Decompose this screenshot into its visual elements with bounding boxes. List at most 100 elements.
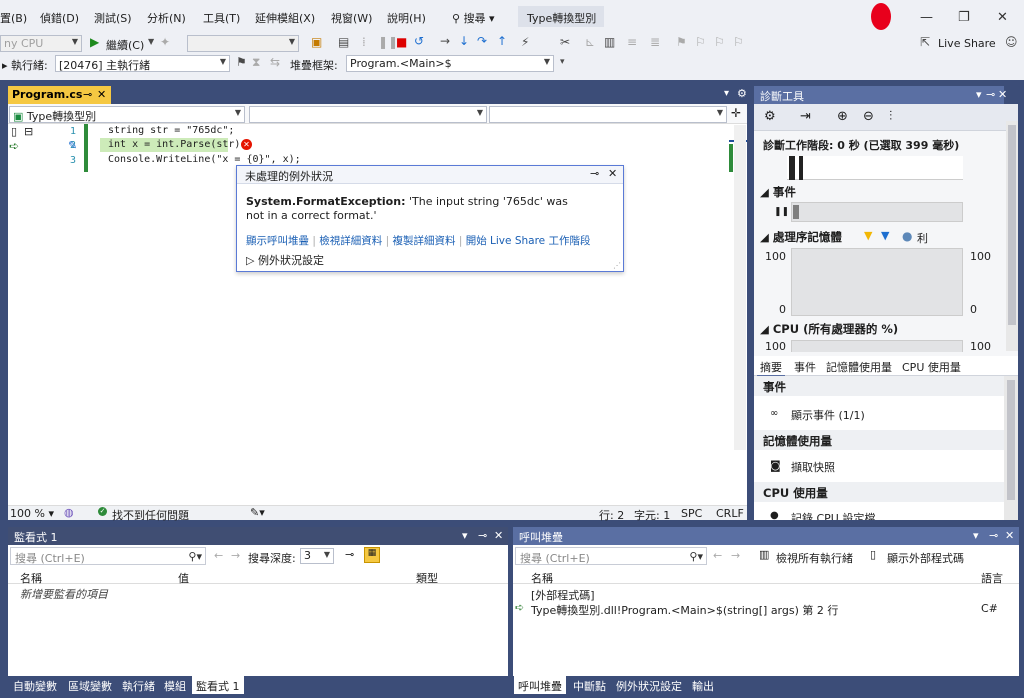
search-icon[interactable]: ⚲▾ [689, 550, 703, 563]
member-combo[interactable]: ▼ [489, 106, 727, 123]
thread-combo[interactable]: [20476] 主執行緒 ▼ [55, 55, 230, 72]
restore-icon[interactable]: ❐ [958, 10, 970, 25]
code-cleanup-icon[interactable]: ✎▾ [250, 506, 265, 519]
comment-icon[interactable]: ≡ [627, 35, 637, 49]
view-all-threads-button[interactable]: 檢視所有執行緒 [776, 550, 853, 566]
tab-locals[interactable]: 區域變數 [64, 676, 116, 694]
close-icon[interactable]: ✕ [494, 529, 503, 542]
settings-icon[interactable]: ⚙ [764, 109, 776, 124]
vertical-scrollbar[interactable] [734, 125, 746, 450]
live-share-button[interactable]: Live Share [938, 37, 996, 50]
search-forward-icon[interactable]: → [231, 549, 240, 562]
chart-icon[interactable]: ⊾ [585, 35, 595, 49]
close-icon[interactable]: ✕ [998, 88, 1007, 101]
tab-memory[interactable]: 記憶體使用量 [826, 359, 892, 375]
diag-scrollbar-bottom[interactable] [1004, 376, 1018, 520]
filter-icon[interactable]: ⧗ [252, 55, 260, 70]
step-out-icon[interactable]: ↑ [497, 34, 507, 48]
type-combo[interactable]: ▼ [249, 106, 487, 123]
show-next-icon[interactable]: → [440, 34, 450, 48]
target-combo[interactable]: ▼ [187, 35, 299, 52]
bookmark-icon[interactable]: ⚑ [676, 35, 687, 49]
search-forward-icon[interactable]: → [731, 549, 740, 562]
diag-scrollbar-top[interactable] [1006, 121, 1018, 351]
search-icon[interactable]: ⚲▾ [188, 550, 202, 563]
reset-view-icon[interactable]: ⫶ [889, 109, 892, 124]
split-icon[interactable]: ✛ [731, 106, 741, 120]
diag-icon[interactable]: ✂ [560, 35, 570, 49]
hex-display-icon[interactable]: ▦ [364, 547, 380, 563]
play-icon[interactable]: ▶ [90, 35, 99, 49]
show-call-stack-link[interactable]: 顯示呼叫堆疊 [246, 235, 309, 247]
menu-test[interactable]: 測試(S) [94, 10, 132, 26]
tab-modules[interactable]: 模組 [160, 676, 190, 694]
grid-icon[interactable]: ⁞ [362, 35, 366, 49]
char-indicator[interactable]: 字元: 1 [634, 507, 670, 523]
col-language[interactable]: 語言 [981, 570, 1003, 586]
tab-cpu[interactable]: CPU 使用量 [902, 359, 961, 375]
pin-icon[interactable]: ⊸ [478, 529, 487, 542]
show-external-code-button[interactable]: 顯示外部程式碼 [887, 550, 964, 566]
folder-icon[interactable]: ▣ [311, 35, 322, 49]
pane-menu-icon[interactable]: ▾ [973, 529, 979, 542]
memory-section[interactable]: ◢ 處理序記憶體 [760, 229, 842, 245]
col-name[interactable]: 名稱 [531, 570, 553, 586]
close-icon[interactable]: ✕ [608, 167, 617, 180]
tab-watch1[interactable]: 監看式 1 [192, 676, 244, 694]
search-back-icon[interactable]: ← [214, 549, 223, 562]
copy-details-link[interactable]: 複製詳細資料 [392, 235, 455, 247]
tab-threads[interactable]: 執行緒 [118, 676, 159, 694]
show-events-link[interactable]: 顯示事件 (1/1) [791, 407, 865, 423]
menu-build[interactable]: 置(B) [0, 10, 27, 26]
cpu-graph[interactable] [791, 340, 963, 352]
callstack-search-input[interactable]: 搜尋 (Ctrl+E) ⚲▾ [515, 547, 707, 565]
search-back-icon[interactable]: ← [713, 549, 722, 562]
pane-menu-icon[interactable]: ▾ [976, 88, 982, 101]
scroll-thumb[interactable] [1008, 125, 1016, 325]
pin-icon[interactable]: ⊸ [83, 88, 92, 101]
breakpoints-icon[interactable]: ▥ [604, 35, 615, 49]
record-cpu-button[interactable]: 記錄 CPU 設定檔 [791, 510, 875, 520]
take-snapshot-button[interactable]: 擷取快照 [791, 459, 835, 475]
whitespace-indicator[interactable]: SPC [681, 507, 702, 520]
tab-autos[interactable]: 自動變數 [9, 676, 61, 694]
table-row[interactable]: ➪ Type轉換型別.dll!Program.<Main>$(string[] … [513, 601, 1019, 617]
pane-menu-icon[interactable]: ▾ [462, 529, 468, 542]
project-combo[interactable]: ▣ Type轉換型別 ▼ [9, 106, 245, 123]
platform-combo[interactable]: ny CPU ▼ [0, 35, 82, 52]
menu-window[interactable]: 視窗(W) [331, 10, 372, 26]
col-name[interactable]: 名稱 [20, 570, 42, 586]
memory-graph[interactable] [791, 248, 963, 316]
code-line-1[interactable]: string str = "765dc"; [108, 125, 234, 136]
stop-icon[interactable]: ■ [396, 35, 407, 49]
issues-status[interactable]: 找不到任何問題 [112, 507, 189, 523]
continue-button[interactable]: 繼續(C) [106, 37, 144, 53]
collapse-icon[interactable]: ⊟ [24, 125, 33, 138]
menu-analyze[interactable]: 分析(N) [147, 10, 186, 26]
fire-icon[interactable]: ✦ [160, 35, 170, 49]
col-value[interactable]: 值 [178, 570, 189, 586]
uncomment-icon[interactable]: ≣ [650, 35, 660, 49]
minimize-icon[interactable]: — [920, 10, 933, 25]
zoom-out-icon[interactable]: ⊖ [863, 109, 874, 124]
stack-frame-combo[interactable]: Program.<Main>$ ▼ [346, 55, 554, 72]
menu-extensions[interactable]: 延伸模組(X) [255, 10, 315, 26]
step-over-icon[interactable]: ↷ [477, 34, 487, 48]
zoom-combo[interactable]: 100 % ▾ [10, 507, 54, 520]
start-live-share-link[interactable]: 開始 Live Share 工作階段 [466, 235, 591, 247]
cpu-section[interactable]: ◢ CPU (所有處理器的 %) [760, 321, 898, 337]
hot-reload-icon[interactable]: ⚡ [521, 35, 529, 49]
watch-search-input[interactable]: 搜尋 (Ctrl+E) ⚲▾ [10, 547, 206, 565]
col-type[interactable]: 類型 [416, 570, 438, 586]
pin-icon[interactable]: ⊸ [590, 167, 599, 180]
toolbar-overflow-icon[interactable]: ▾ [560, 57, 565, 67]
add-watch-row[interactable]: 新增要監看的項目 [20, 586, 108, 602]
tab-output[interactable]: 輸出 [688, 676, 718, 694]
table-row[interactable]: [外部程式碼] [513, 586, 1019, 602]
scroll-thumb[interactable] [1007, 380, 1015, 500]
close-icon[interactable]: ✕ [1005, 529, 1014, 542]
threads-icon[interactable]: ⇆ [270, 55, 280, 69]
feedback-icon[interactable]: ☺ [1005, 35, 1018, 49]
close-icon[interactable]: ✕ [997, 10, 1008, 25]
code-line-3[interactable]: Console.WriteLine("x = {0}", x); [108, 154, 301, 165]
